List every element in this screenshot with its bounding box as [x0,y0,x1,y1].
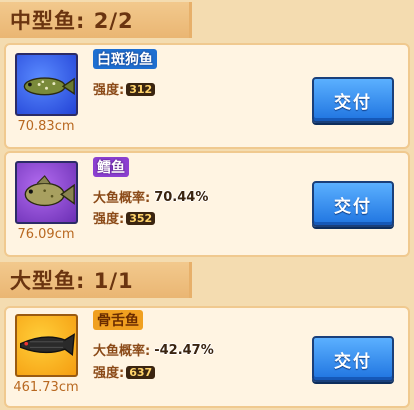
strength-value: 352 [126,212,156,225]
fish-size: 76.09cm [17,227,75,242]
bigfish-chance-label: 大鱼概率: [93,344,151,359]
fish-size: 461.73cm [13,380,79,395]
pike-fish-icon [23,77,75,96]
section-header-medium: 中型鱼: 2/2 [0,2,192,38]
fish-name: 鳕鱼 [93,157,129,177]
fish-size: 70.83cm [17,119,75,134]
fish-card-pike: 70.83cm 白斑狗鱼 强度: 312 交付 [4,43,410,149]
section-header-large: 大型鱼: 1/1 [0,262,192,298]
strength-row: 强度: 312 [93,79,156,98]
fish-name: 白斑狗鱼 [93,49,157,69]
strength-label: 强度: [93,366,125,381]
fish-name: 骨舌鱼 [93,310,143,330]
deliver-button[interactable]: 交付 [312,181,394,227]
fish-card-cod: 76.09cm 鳕鱼 大鱼概率: 70.44% 强度: 352 交付 [4,151,410,257]
fish-card-arowana: 461.73cm 骨舌鱼 大鱼概率: -42.47% 强度: 637 交付 [4,306,410,408]
strength-row: 强度: 637 [93,362,156,381]
strength-value: 637 [126,366,156,379]
bigfish-chance-row: 大鱼概率: -42.47% [93,340,214,359]
strength-label: 强度: [93,212,125,227]
fish-thumbnail [15,161,78,224]
bigfish-chance-value: -42.47% [154,343,214,358]
strength-row: 强度: 352 [93,208,156,227]
bigfish-chance-row: 大鱼概率: 70.44% [93,187,208,206]
deliver-button[interactable]: 交付 [312,336,394,382]
strength-label: 强度: [93,83,125,98]
fish-thumbnail [15,53,78,116]
cod-fish-icon [24,175,75,207]
fish-thumbnail [15,314,78,377]
arowana-fish-icon [19,333,75,357]
strength-value: 312 [126,83,156,96]
deliver-button[interactable]: 交付 [312,77,394,123]
bigfish-chance-label: 大鱼概率: [93,191,151,206]
bigfish-chance-value: 70.44% [154,190,209,205]
